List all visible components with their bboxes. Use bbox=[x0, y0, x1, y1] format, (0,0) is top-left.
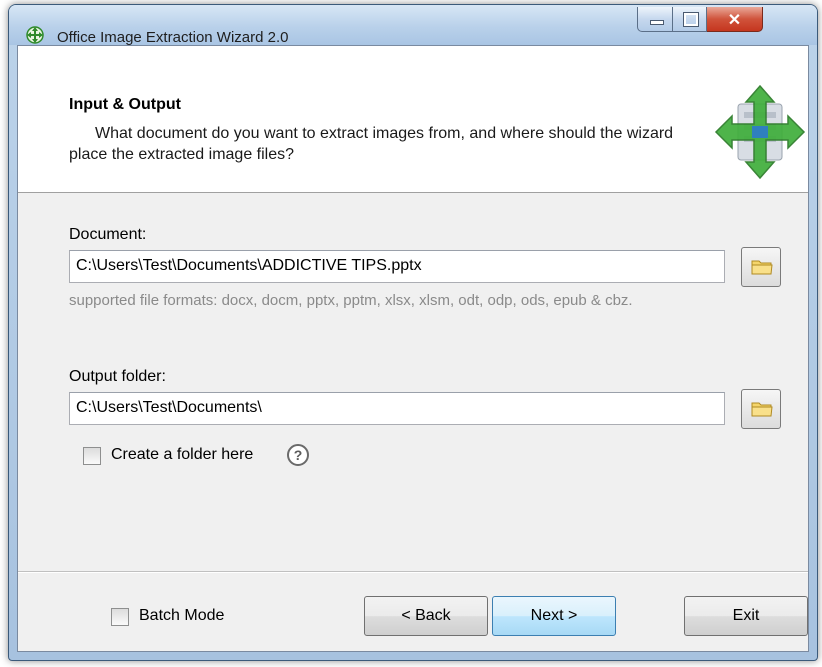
output-folder-input[interactable]: C:\Users\Test\Documents\ bbox=[69, 392, 725, 425]
wizard-content: Input & Output What document do you want… bbox=[17, 45, 809, 652]
maximize-icon bbox=[683, 12, 699, 27]
create-folder-label[interactable]: Create a folder here bbox=[111, 446, 253, 464]
wizard-window: Office Image Extraction Wizard 2.0 ✕ Inp… bbox=[8, 4, 818, 661]
document-browse-button[interactable] bbox=[741, 247, 781, 287]
supported-formats-hint: supported file formats: docx, docm, pptx… bbox=[69, 292, 633, 309]
output-folder-label: Output folder: bbox=[69, 368, 166, 385]
wizard-header: Input & Output What document do you want… bbox=[18, 46, 808, 193]
minimize-icon bbox=[650, 20, 664, 25]
document-path-input[interactable]: C:\Users\Test\Documents\ADDICTIVE TIPS.p… bbox=[69, 250, 725, 283]
next-button[interactable]: Next > bbox=[492, 596, 616, 636]
page-description: What document do you want to extract ima… bbox=[69, 125, 674, 163]
four-way-arrows-icon bbox=[714, 84, 806, 180]
page-title: Input & Output bbox=[69, 96, 181, 113]
create-folder-checkbox[interactable] bbox=[83, 447, 101, 465]
batch-mode-checkbox[interactable] bbox=[111, 608, 129, 626]
folder-icon bbox=[751, 260, 773, 275]
output-browse-button[interactable] bbox=[741, 389, 781, 429]
batch-mode-label[interactable]: Batch Mode bbox=[139, 607, 224, 625]
back-button[interactable]: < Back bbox=[364, 596, 488, 636]
help-icon[interactable]: ? bbox=[287, 444, 309, 466]
move-arrows-icon bbox=[26, 26, 44, 44]
close-button[interactable]: ✕ bbox=[707, 7, 763, 32]
close-icon: ✕ bbox=[727, 12, 742, 29]
exit-button[interactable]: Exit bbox=[684, 596, 808, 636]
document-label: Document: bbox=[69, 226, 147, 243]
maximize-button[interactable] bbox=[673, 7, 707, 32]
window-title: Office Image Extraction Wizard 2.0 bbox=[57, 29, 289, 46]
minimize-button[interactable] bbox=[637, 7, 673, 32]
title-bar[interactable]: Office Image Extraction Wizard 2.0 ✕ bbox=[9, 5, 817, 46]
folder-icon bbox=[751, 402, 773, 417]
footer-divider bbox=[18, 571, 808, 573]
